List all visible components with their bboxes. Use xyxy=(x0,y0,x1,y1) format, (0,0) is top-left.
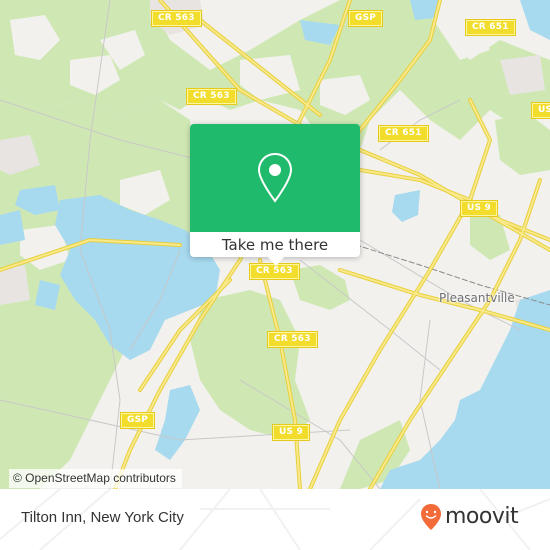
take-me-there-button[interactable]: Take me there xyxy=(190,232,360,257)
place-label-pleasantville: Pleasantville xyxy=(439,291,515,305)
moovit-wordmark: moovit xyxy=(445,504,519,529)
location-popup[interactable]: Take me there xyxy=(190,124,360,266)
road-shield-cr651: CR 651 xyxy=(466,20,515,35)
road-shield-cr563: CR 563 xyxy=(250,264,299,279)
road-shield-us9: US 9 xyxy=(273,425,309,440)
place-name: Tilton Inn, New York City xyxy=(21,509,184,526)
road-shield-cr563: CR 563 xyxy=(152,11,201,26)
road-shield-us9: US 9 xyxy=(461,201,497,216)
map-pin-icon xyxy=(257,152,293,203)
map-view[interactable]: CR 563 GSP CR 651 CR 563 US CR 651 US 9 … xyxy=(0,0,550,489)
map-attribution[interactable]: © OpenStreetMap contributors xyxy=(9,469,182,488)
popup-header[interactable] xyxy=(190,124,360,232)
road-shield-cr563: CR 563 xyxy=(187,89,236,104)
road-shield-gsp: GSP xyxy=(121,413,155,428)
road-shield-cr651: CR 651 xyxy=(379,126,428,141)
road-shield-us: US xyxy=(532,103,550,118)
footer: Tilton Inn, New York City moovit xyxy=(0,489,550,550)
popup-tail xyxy=(268,257,284,266)
road-shield-gsp: GSP xyxy=(349,11,383,26)
moovit-pin-icon xyxy=(421,504,441,530)
road-shield-cr563: CR 563 xyxy=(268,332,317,347)
moovit-logo[interactable]: moovit xyxy=(420,503,519,531)
